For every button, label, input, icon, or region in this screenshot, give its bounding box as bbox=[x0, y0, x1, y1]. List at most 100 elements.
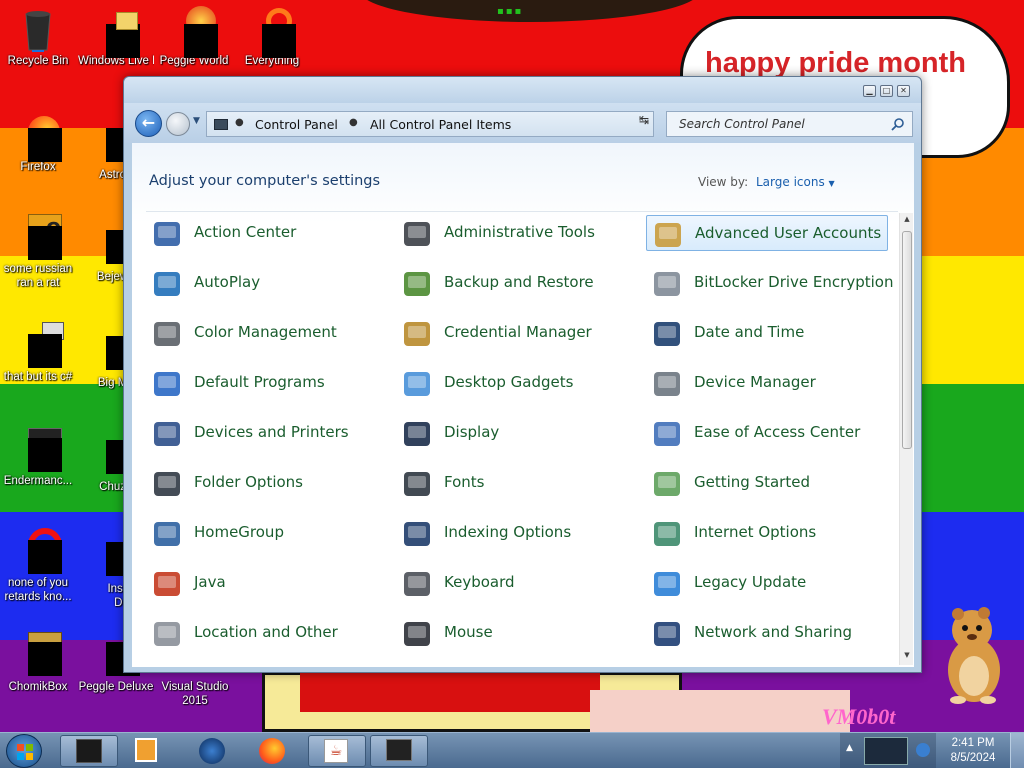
desktop-icon-firefox[interactable]: Firefox bbox=[0, 112, 76, 174]
peggle-world-icon bbox=[170, 6, 218, 58]
desktop-icon-label: that but its c# bbox=[3, 371, 73, 383]
control-panel-item[interactable]: Getting Started bbox=[646, 465, 888, 501]
back-button[interactable]: ← bbox=[135, 110, 162, 137]
navigation-bar: ← ▼ ● Control Panel ● All Control Panel … bbox=[124, 103, 921, 143]
control-panel-item[interactable]: Location and Other bbox=[146, 615, 388, 651]
control-panel-item[interactable]: Devices and Printers bbox=[146, 415, 388, 451]
control-panel-item[interactable]: AutoPlay bbox=[146, 265, 388, 301]
keyboard-icon bbox=[401, 568, 433, 600]
tray-app-icon[interactable] bbox=[864, 737, 908, 765]
desktop-icon-peggle-world[interactable]: Peggle World bbox=[156, 6, 232, 68]
close-button[interactable]: ✕ bbox=[897, 85, 910, 97]
taskbar-item-media-player[interactable] bbox=[120, 735, 178, 767]
control-panel-item-label: Credential Manager bbox=[444, 323, 592, 341]
window-titlebar[interactable]: ▁ □ ✕ bbox=[124, 77, 921, 103]
clock-date: 8/5/2024 bbox=[950, 752, 996, 764]
control-panel-item[interactable]: Network and Sharing bbox=[646, 615, 888, 651]
taskbar-item-globe[interactable] bbox=[184, 735, 242, 767]
control-panel-item[interactable]: Color Management bbox=[146, 315, 388, 351]
start-button[interactable] bbox=[6, 734, 42, 768]
backup-restore-icon bbox=[401, 268, 433, 300]
show-hidden-icons-icon[interactable]: ▲ bbox=[846, 743, 853, 753]
taskbar-item-firefox[interactable] bbox=[244, 735, 302, 767]
desktop-icon-everything[interactable]: Everything bbox=[234, 6, 310, 68]
taskbar-item-control-panel[interactable] bbox=[370, 735, 428, 767]
scrollbar-thumb[interactable] bbox=[902, 231, 912, 449]
control-panel-item[interactable]: Backup and Restore bbox=[396, 265, 638, 301]
view-by-dropdown[interactable]: Large icons ▼ bbox=[756, 175, 835, 189]
desktop-icon-endermanch[interactable]: Endermanc... bbox=[0, 426, 76, 488]
desktop-icon-windows-live-mail[interactable]: Windows Live Mail bbox=[78, 6, 154, 68]
breadcrumb-control-panel[interactable]: Control Panel bbox=[255, 117, 338, 132]
control-panel-item-label: Java bbox=[194, 573, 226, 591]
control-panel-item[interactable]: HomeGroup bbox=[146, 515, 388, 551]
control-panel-item[interactable]: Mouse bbox=[396, 615, 638, 651]
control-panel-item[interactable]: Indexing Options bbox=[396, 515, 638, 551]
control-panel-item[interactable]: Folder Options bbox=[146, 465, 388, 501]
page-title: Adjust your computer's settings bbox=[149, 173, 381, 189]
desktop-icon-chomikbox[interactable]: ChomikBox bbox=[0, 632, 76, 694]
desktop-icon-label: ChomikBox bbox=[8, 681, 68, 693]
control-panel-item[interactable]: Credential Manager bbox=[396, 315, 638, 351]
control-panel-item-label: Ease of Access Center bbox=[694, 423, 861, 441]
search-input[interactable]: Search Control Panel bbox=[666, 111, 913, 137]
breadcrumb-all-items[interactable]: All Control Panel Items bbox=[370, 117, 511, 132]
fonts-icon bbox=[401, 468, 433, 500]
everything-icon bbox=[248, 6, 296, 58]
control-panel-item[interactable]: Ease of Access Center bbox=[646, 415, 888, 451]
control-panel-item[interactable]: BitLocker Drive Encryption bbox=[646, 265, 893, 301]
chomikbox-icon bbox=[14, 632, 62, 680]
media-center-icon bbox=[76, 739, 104, 765]
control-panel-content: Adjust your computer's settings View by:… bbox=[132, 143, 914, 667]
control-panel-item[interactable]: Action Center bbox=[146, 215, 388, 251]
chevron-right-icon[interactable]: ● bbox=[349, 117, 358, 128]
control-panel-item-label: Advanced User Accounts bbox=[695, 224, 882, 242]
taskbar-item-java[interactable]: ☕ bbox=[308, 735, 366, 767]
scroll-down-arrow-icon[interactable]: ▼ bbox=[902, 651, 912, 663]
recycle-bin-icon bbox=[14, 6, 62, 54]
clock-time: 2:41 PM bbox=[951, 737, 995, 749]
control-panel-item[interactable]: Date and Time bbox=[646, 315, 888, 351]
control-panel-item[interactable]: Device Manager bbox=[646, 365, 888, 401]
taskbar-clock[interactable]: 2:41 PM 8/5/2024 bbox=[940, 736, 1006, 766]
control-panel-item[interactable]: Advanced User Accounts bbox=[646, 215, 888, 251]
recent-pages-dropdown[interactable]: ▼ bbox=[193, 116, 200, 126]
desktop-icon-none-of-you[interactable]: none of you retards kno... bbox=[0, 528, 76, 604]
administrative-tools-icon bbox=[401, 218, 433, 250]
desktop-icon-some-russian-ran-a-rat[interactable]: e some russian ran a rat bbox=[0, 214, 76, 290]
control-panel-item[interactable]: Default Programs bbox=[146, 365, 388, 401]
control-panel-item[interactable]: Display bbox=[396, 415, 638, 451]
scroll-up-arrow-icon[interactable]: ▲ bbox=[902, 215, 912, 227]
control-panel-item[interactable]: Legacy Update bbox=[646, 565, 888, 601]
desktop-icon-recycle-bin[interactable]: Recycle Bin bbox=[0, 6, 76, 68]
control-panel-item-label: Location and Other bbox=[194, 623, 338, 641]
maximize-button[interactable]: □ bbox=[880, 85, 893, 97]
show-desktop-button[interactable] bbox=[1010, 733, 1024, 768]
system-tray: ▲ bbox=[840, 733, 936, 768]
control-panel-item[interactable]: Internet Options bbox=[646, 515, 888, 551]
control-panel-item[interactable]: Java bbox=[146, 565, 388, 601]
control-panel-item[interactable]: Fonts bbox=[396, 465, 638, 501]
autoplay-icon bbox=[151, 268, 183, 300]
control-panel-item-label: Getting Started bbox=[694, 473, 810, 491]
address-bar[interactable]: ● Control Panel ● All Control Panel Item… bbox=[206, 111, 711, 137]
refresh-icon[interactable]: ↹ bbox=[639, 113, 649, 127]
search-icon[interactable] bbox=[891, 117, 905, 131]
chevron-right-icon[interactable]: ● bbox=[235, 117, 244, 128]
control-panel-item[interactable]: Desktop Gadgets bbox=[396, 365, 638, 401]
forward-button[interactable] bbox=[166, 112, 190, 136]
taskbar-item-media-center[interactable] bbox=[60, 735, 118, 767]
control-panel-item-label: Indexing Options bbox=[444, 523, 572, 541]
vertical-scrollbar[interactable]: ▲ ▼ bbox=[899, 213, 913, 665]
control-panel-item[interactable]: Keyboard bbox=[396, 565, 638, 601]
taskbar: ☕ ▲ 2:41 PM 8/5/2024 bbox=[0, 732, 1024, 768]
control-panel-item[interactable]: Administrative Tools bbox=[396, 215, 638, 251]
network-icon[interactable] bbox=[916, 743, 930, 757]
chevron-down-icon: ▼ bbox=[828, 179, 835, 188]
control-panel-icon bbox=[214, 119, 228, 130]
minimize-button[interactable]: ▁ bbox=[863, 85, 876, 97]
control-panel-item-label: Legacy Update bbox=[694, 573, 807, 591]
desktop-icon-that-but-its-csharp[interactable]: that but its c# bbox=[0, 322, 76, 384]
control-panel-item-label: Default Programs bbox=[194, 373, 325, 391]
divider bbox=[146, 211, 898, 212]
